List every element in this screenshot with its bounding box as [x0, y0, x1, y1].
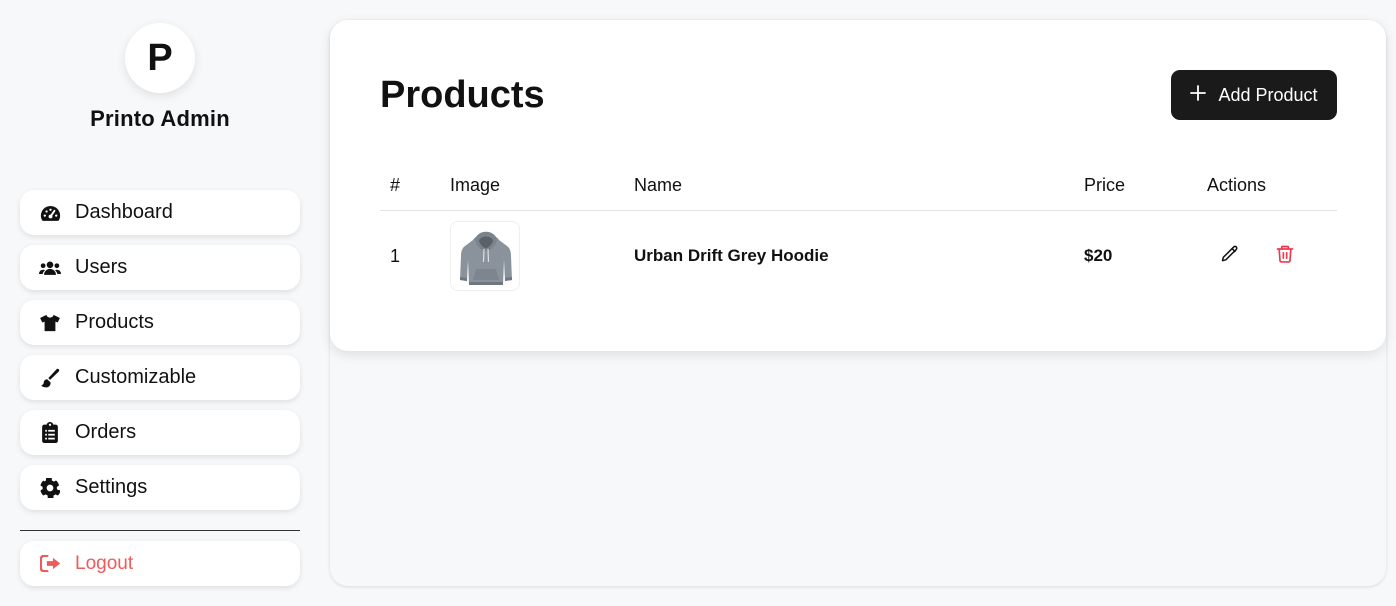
logout-button[interactable]: Logout	[20, 541, 300, 586]
header-price: Price	[1084, 175, 1126, 195]
sidebar-item-products[interactable]: Products	[20, 300, 300, 345]
sidebar-item-label: Orders	[75, 421, 137, 443]
brand-name: Printo Admin	[90, 106, 230, 131]
page-title: Products	[380, 74, 545, 116]
edit-button[interactable]	[1215, 241, 1245, 271]
sidebar-divider	[20, 530, 300, 531]
add-product-button[interactable]: Add Product	[1171, 70, 1337, 120]
users-icon	[39, 257, 61, 279]
products-table: # Image Name Price Actions 1 Urban Drift…	[380, 160, 1337, 301]
sidebar-item-users[interactable]: Users	[20, 245, 300, 290]
grey-hoodie-thumbnail	[450, 221, 520, 291]
avatar-initial: P	[147, 36, 173, 79]
table-header: # Image Name Price Actions	[380, 160, 1337, 211]
delete-button[interactable]	[1270, 241, 1300, 271]
plus-icon	[1190, 82, 1207, 106]
sidebar-item-orders[interactable]: Orders	[20, 410, 300, 455]
sidebar-item-settings[interactable]: Settings	[20, 465, 300, 510]
header-name: Name	[634, 175, 683, 195]
header-index: #	[390, 175, 401, 195]
sidebar-item-label: Dashboard	[75, 201, 173, 223]
gauge-icon	[39, 202, 61, 224]
header-image: Image	[450, 175, 501, 195]
sidebar-item-label: Settings	[75, 476, 148, 498]
products-card: Products Add Product # Image Name Price …	[330, 20, 1386, 351]
header-actions: Actions	[1207, 175, 1267, 195]
gear-icon	[39, 477, 61, 499]
table-row: 1 Urban Drift Grey Hoodie $20	[380, 211, 1337, 301]
sidebar: P Printo Admin Dashboard Users Products	[0, 0, 320, 606]
sign-out-icon	[39, 553, 61, 575]
delete-trash-icon	[1275, 244, 1295, 269]
product-name: Urban Drift Grey Hoodie	[634, 246, 829, 265]
row-index: 1	[390, 246, 401, 266]
tshirt-icon	[39, 312, 61, 334]
product-price: $20	[1084, 246, 1113, 265]
sidebar-item-label: Customizable	[75, 366, 197, 388]
sidebar-item-label: Users	[75, 256, 128, 278]
add-product-label: Add Product	[1218, 84, 1318, 105]
sidebar-item-customizable[interactable]: Customizable	[20, 355, 300, 400]
logout-label: Logout	[75, 552, 134, 574]
sidebar-item-dashboard[interactable]: Dashboard	[20, 190, 300, 235]
sidebar-item-label: Products	[75, 311, 154, 333]
avatar: P	[125, 23, 195, 93]
paintbrush-icon	[39, 367, 61, 389]
sidebar-nav: Dashboard Users Products Customizable Or…	[20, 190, 300, 520]
edit-pencil-icon	[1220, 244, 1240, 269]
clipboard-list-icon	[39, 422, 61, 444]
